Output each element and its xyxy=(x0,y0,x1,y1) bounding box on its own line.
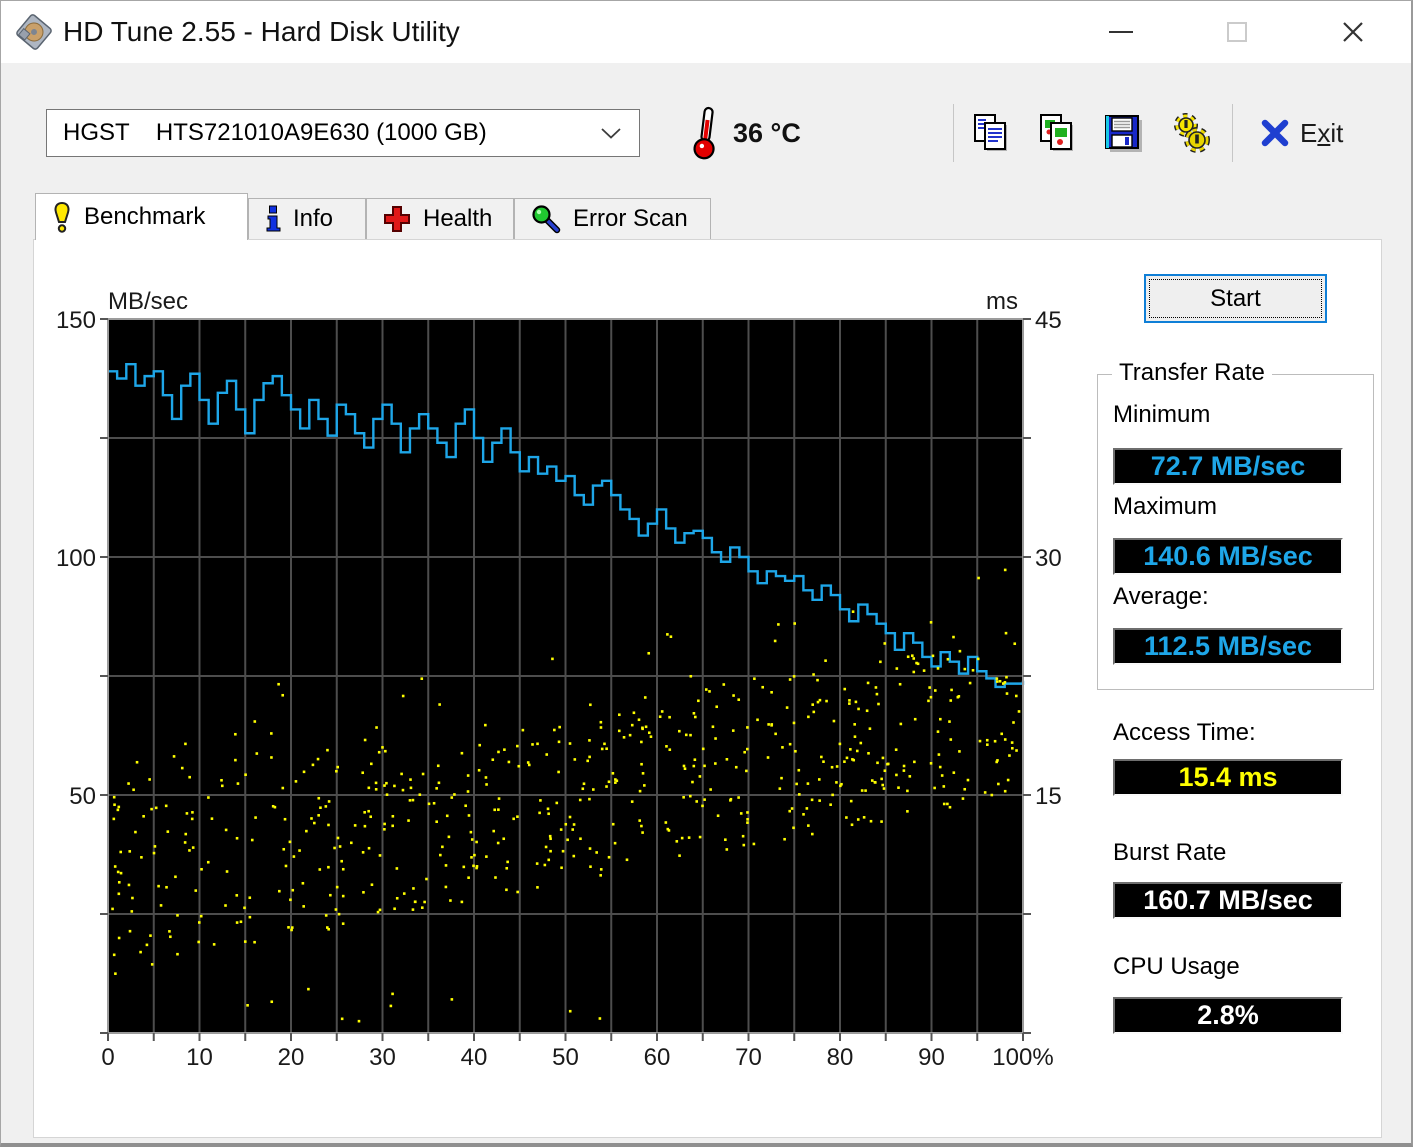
chevron-down-icon xyxy=(601,127,621,139)
svg-text:90: 90 xyxy=(918,1044,945,1071)
title-bar: HD Tune 2.55 - Hard Disk Utility xyxy=(1,1,1411,63)
info-icon xyxy=(266,205,281,232)
tab-label: Benchmark xyxy=(84,203,206,230)
tab-health[interactable]: Health xyxy=(366,198,514,239)
average-label: Average: xyxy=(1113,583,1209,610)
access-time-label: Access Time: xyxy=(1113,719,1256,746)
toolbar-separator xyxy=(953,104,954,162)
svg-text:60: 60 xyxy=(644,1044,671,1071)
close-button[interactable] xyxy=(1307,1,1399,63)
svg-text:50: 50 xyxy=(69,783,96,810)
options-gears-icon xyxy=(1174,113,1210,153)
app-hdd-icon xyxy=(16,14,52,50)
save-button[interactable] xyxy=(1099,109,1147,157)
svg-text:MB/sec: MB/sec xyxy=(108,288,188,315)
svg-text:15: 15 xyxy=(1035,783,1062,810)
copy-screenshot-button[interactable] xyxy=(1033,109,1081,157)
svg-text:20: 20 xyxy=(278,1044,305,1071)
burst-rate-value: 160.7 MB/sec xyxy=(1113,882,1343,919)
toolbar-separator xyxy=(1232,104,1233,162)
cpu-usage-label: CPU Usage xyxy=(1113,953,1240,980)
window-title: HD Tune 2.55 - Hard Disk Utility xyxy=(63,16,460,47)
maximum-value: 140.6 MB/sec xyxy=(1113,538,1343,575)
maximize-icon xyxy=(1227,22,1247,42)
svg-text:80: 80 xyxy=(827,1044,854,1071)
save-icon xyxy=(1105,115,1142,152)
copy-text-icon xyxy=(974,114,1007,151)
minimize-icon xyxy=(1109,31,1133,33)
svg-text:100: 100 xyxy=(56,545,96,572)
tab-label: Info xyxy=(293,205,334,232)
tab-label: Error Scan xyxy=(573,205,688,232)
copy-image-icon xyxy=(1040,114,1073,151)
temperature-value: 36 °C xyxy=(733,118,801,148)
svg-text:70: 70 xyxy=(735,1044,762,1071)
options-button[interactable] xyxy=(1167,109,1215,157)
exit-button[interactable]: Exit xyxy=(1259,109,1343,157)
svg-text:40: 40 xyxy=(461,1044,488,1071)
app-window: HD Tune 2.55 - Hard Disk Utility HGST HT… xyxy=(0,0,1413,1147)
svg-text:150: 150 xyxy=(56,307,96,334)
tab-label: Health xyxy=(423,205,493,232)
drive-selector-dropdown[interactable]: HGST HTS721010A9E630 (1000 GB) xyxy=(46,109,640,157)
minimize-button[interactable] xyxy=(1075,1,1167,63)
start-button-label: Start xyxy=(1149,279,1322,318)
svg-text:30: 30 xyxy=(369,1044,396,1071)
tab-info[interactable]: Info xyxy=(248,198,366,239)
svg-text:ms: ms xyxy=(986,288,1018,315)
svg-text:30: 30 xyxy=(1035,545,1062,572)
maximum-label: Maximum xyxy=(1113,493,1218,520)
svg-text:100%: 100% xyxy=(992,1044,1053,1071)
copy-text-button[interactable] xyxy=(967,109,1015,157)
tab-errorscan[interactable]: Error Scan xyxy=(514,198,711,239)
benchmark-bulb-icon xyxy=(54,201,70,233)
close-icon xyxy=(1343,22,1363,42)
svg-text:45: 45 xyxy=(1035,307,1062,334)
drive-selector-value: HGST HTS721010A9E630 (1000 GB) xyxy=(63,119,487,146)
minimum-value: 72.7 MB/sec xyxy=(1113,448,1343,485)
access-time-value: 15.4 ms xyxy=(1113,759,1343,796)
transfer-rate-title: Transfer Rate xyxy=(1112,359,1272,387)
health-cross-icon xyxy=(384,206,410,232)
thermometer-icon xyxy=(693,106,715,160)
exit-x-icon xyxy=(1261,119,1289,147)
maximize-button[interactable] xyxy=(1191,1,1283,63)
start-button[interactable]: Start xyxy=(1144,274,1327,323)
toolbar: HGST HTS721010A9E630 (1000 GB) 36 °C Exi… xyxy=(1,63,1411,189)
cpu-usage-value: 2.8% xyxy=(1113,997,1343,1034)
exit-label: Exit xyxy=(1300,117,1344,148)
burst-rate-label: Burst Rate xyxy=(1113,839,1227,866)
svg-text:50: 50 xyxy=(552,1044,579,1071)
minimum-label: Minimum xyxy=(1113,401,1211,428)
average-value: 112.5 MB/sec xyxy=(1113,628,1343,665)
benchmark-chart: 0 10 20 30 40 50 60 70 80 90 100% 150 100 50 45 30 15 MB/… xyxy=(56,288,1062,1071)
tab-benchmark[interactable]: Benchmark xyxy=(35,193,248,240)
svg-text:0: 0 xyxy=(101,1044,114,1071)
svg-text:10: 10 xyxy=(186,1044,213,1071)
error-scan-magnifier-icon xyxy=(532,205,561,234)
